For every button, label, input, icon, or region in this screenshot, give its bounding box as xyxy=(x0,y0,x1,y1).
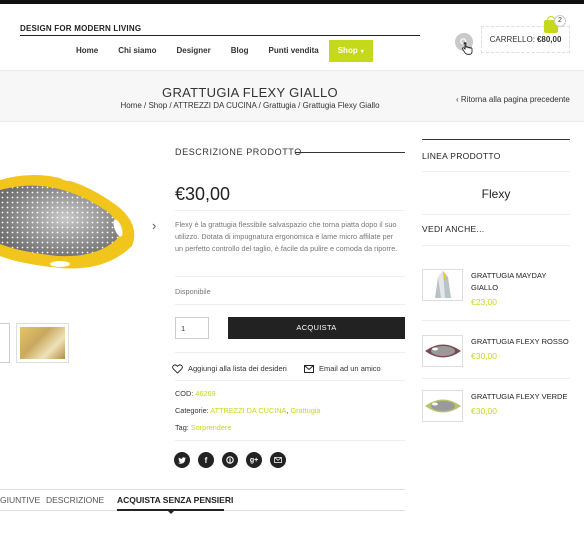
tab-giuntive[interactable]: GIUNTIVE xyxy=(0,495,40,505)
related-product-name[interactable]: GRATTUGIA FLEXY ROSSO xyxy=(471,336,571,348)
wishlist-label: Aggiungi alla lista dei desideri xyxy=(188,364,287,373)
divider xyxy=(422,245,570,246)
tab-acquista-senza-pensieri[interactable]: ACQUISTA SENZA PENSIERI xyxy=(117,495,233,505)
email-friend-link[interactable]: Email ad un amico xyxy=(303,363,381,374)
related-product-image[interactable] xyxy=(422,335,463,367)
product-code: COD: 46269 xyxy=(175,389,216,398)
cart-count-badge: 2 xyxy=(554,15,566,27)
related-product-thumbnail xyxy=(424,344,461,358)
nav-shop-label: Shop xyxy=(337,46,358,55)
breadcrumb-home[interactable]: Home xyxy=(120,101,141,110)
email-friend-label: Email ad un amico xyxy=(319,364,381,373)
divider xyxy=(422,320,570,321)
nav-chi-siamo[interactable]: Chi siamo xyxy=(108,40,166,62)
cod-value: 46269 xyxy=(195,389,216,398)
thumbnail-1[interactable] xyxy=(0,323,10,363)
product-line-link[interactable]: Flexy xyxy=(422,171,570,215)
thumbnail-image xyxy=(20,327,65,359)
divider xyxy=(175,304,405,305)
nav-blog[interactable]: Blog xyxy=(221,40,259,62)
product-description: Flexy è la grattugia flessibile salvaspa… xyxy=(175,220,398,253)
related-product-name[interactable]: GRATTUGIA MAYDAY GIALLO xyxy=(471,270,571,294)
related-product-thumbnail xyxy=(424,399,461,413)
divider xyxy=(175,380,405,381)
pinterest-icon[interactable] xyxy=(222,452,238,468)
breadcrumb: Home / Shop / ATTREZZI DA CUCINA / Gratt… xyxy=(120,101,380,110)
category-link[interactable]: Grattugia xyxy=(290,406,320,415)
active-tab-caret xyxy=(168,511,174,514)
google-plus-icon[interactable]: g+ xyxy=(246,452,262,468)
divider xyxy=(422,378,570,379)
categories-label: Categorie: xyxy=(175,406,209,415)
page-title: GRATTUGIA FLEXY GIALLO xyxy=(162,85,338,100)
share-buttons: f g+ xyxy=(174,452,294,468)
nav-shop[interactable]: Shop ▾ xyxy=(328,40,373,62)
chevron-down-icon: ▾ xyxy=(360,49,364,55)
section-title-line xyxy=(295,152,405,153)
nav-home[interactable]: Home xyxy=(66,40,108,62)
cart-total: €80,00 xyxy=(536,35,562,44)
back-link[interactable]: ‹ Ritorna alla pagina precedente xyxy=(456,95,570,104)
mail-icon xyxy=(303,363,314,374)
twitter-icon[interactable] xyxy=(174,452,190,468)
product-categories: Categorie: ATTREZZI DA CUCINA, Grattugia xyxy=(175,406,321,415)
divider xyxy=(175,210,405,211)
sidebar-top-line xyxy=(422,139,570,140)
related-product-name[interactable]: GRATTUGIA FLEXY VERDE xyxy=(471,391,571,403)
hand-cursor-icon xyxy=(462,42,473,58)
divider xyxy=(175,276,405,277)
tag-label: Tag: xyxy=(175,423,189,432)
back-link-label: Ritorna alla pagina precedente xyxy=(460,95,570,104)
main-nav: Home Chi siamo Designer Blog Punti vendi… xyxy=(66,40,373,62)
sidebar-see-also-title: VEDI ANCHE... xyxy=(422,224,485,234)
site-logo[interactable]: DESIGN FOR MODERN LIVING xyxy=(20,24,141,33)
nav-designer[interactable]: Designer xyxy=(166,40,220,62)
category-link[interactable]: ATTREZZI DA CUCINA xyxy=(210,406,286,415)
section-title: DESCRIZIONE PRODOTTO xyxy=(175,147,302,157)
product-image[interactable] xyxy=(0,160,150,280)
product-tags: Tag: Sorprendere xyxy=(175,423,231,432)
divider xyxy=(175,440,405,441)
cart-label: CARRELLO: xyxy=(489,35,535,44)
chevron-right-icon[interactable]: › xyxy=(152,218,156,233)
related-product-image[interactable] xyxy=(422,269,463,301)
related-product-price: €30,00 xyxy=(471,406,497,416)
related-product-image[interactable] xyxy=(422,390,463,422)
logo-underline xyxy=(20,35,420,36)
nav-punti-vendita[interactable]: Punti vendita xyxy=(258,40,328,62)
page-title-bar: GRATTUGIA FLEXY GIALLO Home / Shop / ATT… xyxy=(0,70,584,122)
sidebar-line-title: LINEA PRODOTTO xyxy=(422,151,501,161)
wishlist-link[interactable]: Aggiungi alla lista dei desideri xyxy=(172,363,287,374)
product-price: €30,00 xyxy=(175,184,231,204)
product-tabs: GIUNTIVE DESCRIZIONE ACQUISTA SENZA PENS… xyxy=(0,489,405,514)
related-product-price: €23,00 xyxy=(471,297,497,307)
cod-label: COD: xyxy=(175,389,194,398)
thumbnail-2[interactable] xyxy=(16,323,69,363)
breadcrumb-shop[interactable]: Shop xyxy=(148,101,167,110)
buy-button[interactable]: ACQUISTA xyxy=(228,317,405,339)
divider xyxy=(175,352,405,353)
quantity-input[interactable]: 1 xyxy=(175,317,209,339)
email-share-icon[interactable] xyxy=(270,452,286,468)
heart-icon xyxy=(172,363,183,374)
tag-link[interactable]: Sorprendere xyxy=(191,423,232,432)
availability: Disponibile xyxy=(175,287,211,296)
related-product-price: €30,00 xyxy=(471,351,497,361)
breadcrumb-subcategory[interactable]: Grattugia xyxy=(263,101,296,110)
site-header: DESIGN FOR MODERN LIVING Home Chi siamo … xyxy=(0,4,584,70)
breadcrumb-category[interactable]: ATTREZZI DA CUCINA xyxy=(173,101,256,110)
facebook-icon[interactable]: f xyxy=(198,452,214,468)
tab-descrizione[interactable]: DESCRIZIONE xyxy=(46,495,104,505)
breadcrumb-current: Grattugia Flexy Giallo xyxy=(302,101,380,110)
related-product-thumbnail xyxy=(434,271,451,298)
